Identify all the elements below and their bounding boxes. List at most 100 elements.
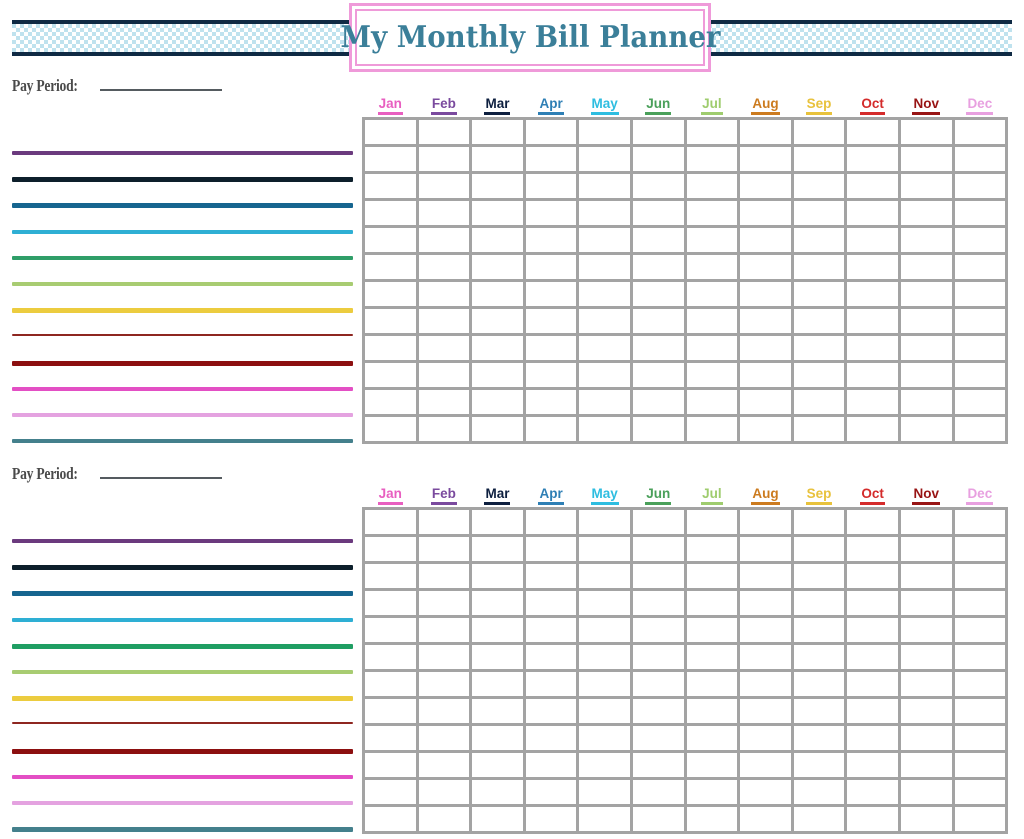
bill-line-1[interactable] [12,151,353,155]
amount-cell[interactable] [362,669,419,699]
amount-cell[interactable] [522,333,580,363]
amount-cell[interactable] [576,642,633,672]
amount-cell[interactable] [737,642,794,672]
amount-cell[interactable] [683,561,741,591]
amount-cell[interactable] [469,615,526,645]
amount-cell[interactable] [522,588,580,618]
amount-cell[interactable] [683,360,741,390]
amount-cell[interactable] [844,279,901,309]
amount-cell[interactable] [576,588,633,618]
bill-line-9[interactable] [12,360,353,366]
amount-cell[interactable] [522,534,580,564]
amount-cell[interactable] [737,306,794,336]
amount-cell[interactable] [897,198,955,228]
amount-cell[interactable] [522,561,580,591]
amount-cell[interactable] [415,198,473,228]
amount-cell[interactable] [790,144,848,174]
amount-cell[interactable] [844,750,901,780]
amount-cell[interactable] [522,171,580,201]
amount-cell[interactable] [576,225,633,255]
amount-cell[interactable] [737,333,794,363]
amount-cell[interactable] [790,750,848,780]
amount-cell[interactable] [469,117,526,147]
amount-cell[interactable] [629,561,687,591]
amount-cell[interactable] [522,306,580,336]
amount-cell[interactable] [737,588,794,618]
pay-period-input[interactable] [100,78,223,91]
amount-cell[interactable] [576,171,633,201]
amount-cell[interactable] [683,225,741,255]
amount-cell[interactable] [790,777,848,807]
amount-cell[interactable] [415,144,473,174]
amount-cell[interactable] [737,696,794,726]
bill-line-1[interactable] [12,539,353,543]
amount-cell[interactable] [629,804,687,834]
amount-cell[interactable] [844,723,901,753]
amount-cell[interactable] [469,414,526,444]
amount-cell[interactable] [790,252,848,282]
bill-line-4[interactable] [12,617,353,622]
amount-cell[interactable] [790,561,848,591]
amount-cell[interactable] [737,723,794,753]
amount-cell[interactable] [897,615,955,645]
amount-cell[interactable] [951,669,1009,699]
bill-line-5[interactable] [12,255,353,260]
amount-cell[interactable] [576,333,633,363]
amount-cell[interactable] [629,669,687,699]
amount-cell[interactable] [737,561,794,591]
amount-cell[interactable] [683,534,741,564]
amount-cell[interactable] [469,279,526,309]
amount-cell[interactable] [683,306,741,336]
amount-cell[interactable] [629,198,687,228]
amount-cell[interactable] [790,804,848,834]
amount-cell[interactable] [415,117,473,147]
amount-cell[interactable] [897,588,955,618]
amount-cell[interactable] [362,387,419,417]
amount-cell[interactable] [415,777,473,807]
amount-cell[interactable] [683,615,741,645]
amount-cell[interactable] [576,615,633,645]
amount-cell[interactable] [362,534,419,564]
amount-cell[interactable] [844,225,901,255]
amount-cell[interactable] [362,723,419,753]
amount-cell[interactable] [522,669,580,699]
amount-cell[interactable] [683,507,741,537]
bill-line-3[interactable] [12,591,353,597]
amount-cell[interactable] [469,750,526,780]
bill-line-4[interactable] [12,229,353,234]
amount-cell[interactable] [415,279,473,309]
amount-cell[interactable] [469,144,526,174]
amount-cell[interactable] [844,144,901,174]
amount-cell[interactable] [951,507,1009,537]
amount-cell[interactable] [897,225,955,255]
amount-cell[interactable] [951,723,1009,753]
amount-cell[interactable] [362,333,419,363]
amount-cell[interactable] [362,615,419,645]
amount-cell[interactable] [629,306,687,336]
bill-line-11[interactable] [12,801,353,805]
amount-cell[interactable] [576,669,633,699]
amount-cell[interactable] [951,225,1009,255]
amount-cell[interactable] [469,723,526,753]
amount-cell[interactable] [951,696,1009,726]
amount-cell[interactable] [629,723,687,753]
amount-cell[interactable] [897,723,955,753]
amount-cell[interactable] [629,144,687,174]
amount-cell[interactable] [683,279,741,309]
amount-cell[interactable] [415,615,473,645]
amount-cell[interactable] [951,588,1009,618]
amount-cell[interactable] [683,669,741,699]
amount-cell[interactable] [415,414,473,444]
amount-cell[interactable] [522,198,580,228]
amount-cell[interactable] [362,696,419,726]
amount-cell[interactable] [415,333,473,363]
amount-cell[interactable] [576,198,633,228]
amount-cell[interactable] [629,333,687,363]
amount-cell[interactable] [522,225,580,255]
amount-cell[interactable] [469,333,526,363]
amount-cell[interactable] [415,750,473,780]
amount-cell[interactable] [469,561,526,591]
amount-cell[interactable] [951,171,1009,201]
amount-cell[interactable] [737,225,794,255]
amount-cell[interactable] [362,306,419,336]
